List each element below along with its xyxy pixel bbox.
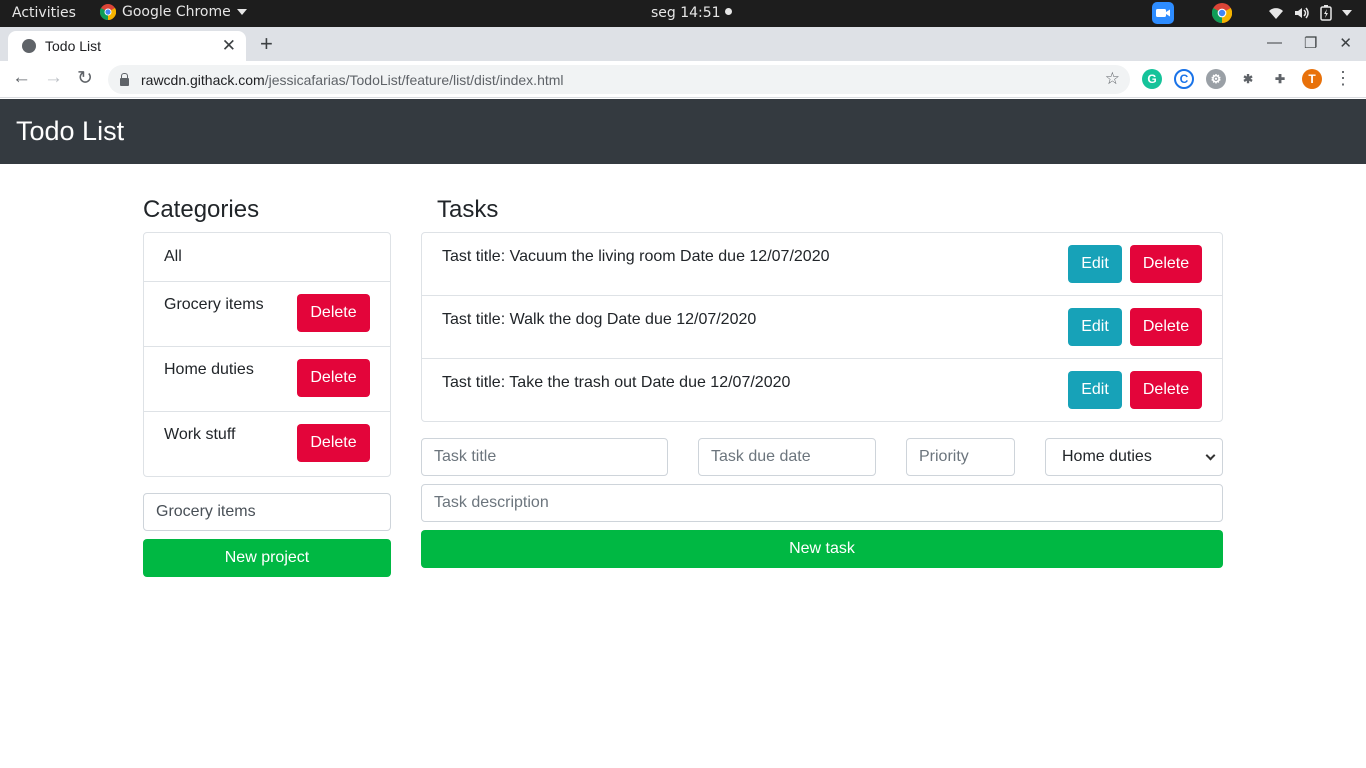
task-category-select[interactable]: Home duties <box>1045 438 1223 476</box>
category-label: Home duties <box>164 361 254 378</box>
delete-category-button[interactable]: Delete <box>297 359 370 397</box>
globe-icon <box>22 39 36 53</box>
task-text: Tast title: Take the trash out Date due … <box>442 374 791 391</box>
address-bar[interactable]: rawcdn.githack.com/jessicafarias/TodoLis… <box>108 65 1130 94</box>
delete-task-button[interactable]: Delete <box>1130 371 1202 409</box>
close-tab-icon[interactable]: ✕ <box>222 36 236 56</box>
task-item: Tast title: Walk the dog Date due 12/07/… <box>422 296 1222 359</box>
more-menu-icon[interactable]: ⋮ <box>1334 68 1352 89</box>
category-label: Work stuff <box>164 426 236 443</box>
edit-task-button[interactable]: Edit <box>1068 371 1122 409</box>
tasks-list: Tast title: Vacuum the living room Date … <box>421 232 1223 422</box>
tab-title: Todo List <box>45 38 102 54</box>
close-window-icon[interactable]: ✕ <box>1339 34 1352 52</box>
task-item: Tast title: Vacuum the living room Date … <box>422 233 1222 296</box>
new-task-button[interactable]: New task <box>421 530 1223 568</box>
categories-list: All Grocery items Delete Home duties Del… <box>143 232 391 477</box>
chevron-down-icon <box>236 9 247 15</box>
url-host: rawcdn.githack.com <box>141 71 265 88</box>
profile-avatar[interactable]: T <box>1302 68 1322 89</box>
extensions-area: G C ⚙ ✱ ✚ T ⋮ <box>1142 68 1352 89</box>
categories-heading: Categories <box>143 196 260 223</box>
reload-icon[interactable]: ↻ <box>76 67 94 90</box>
delete-category-button[interactable]: Delete <box>297 424 370 462</box>
grammarly-icon[interactable]: G <box>1142 68 1162 89</box>
minimize-icon[interactable]: — <box>1267 34 1282 52</box>
settings-extension-icon[interactable]: ⚙ <box>1206 68 1226 89</box>
system-tray[interactable] <box>1152 2 1352 24</box>
delete-task-button[interactable]: Delete <box>1130 308 1202 346</box>
new-project-button[interactable]: New project <box>143 539 391 577</box>
window-controls: — ❐ ✕ <box>1267 34 1352 52</box>
browser-toolbar: ← → ↻ rawcdn.githack.com/jessicafarias/T… <box>0 61 1366 98</box>
url-path: /jessicafarias/TodoList/feature/list/dis… <box>264 71 564 88</box>
system-menu-chevron-icon <box>1342 10 1352 16</box>
restore-icon[interactable]: ❐ <box>1304 34 1317 52</box>
battery-icon <box>1320 5 1332 21</box>
task-description-input[interactable]: Task description <box>421 484 1223 522</box>
category-label: Grocery items <box>164 296 264 313</box>
bookmark-star-icon[interactable]: ☆ <box>1105 69 1120 89</box>
task-priority-input[interactable]: Priority <box>906 438 1015 476</box>
app-menu[interactable]: Google Chrome <box>100 4 247 20</box>
task-category-selected: Home duties <box>1062 448 1152 465</box>
task-title-input[interactable]: Task title <box>421 438 668 476</box>
chrome-icon <box>100 4 116 20</box>
navigation-buttons: ← → ↻ <box>12 67 94 90</box>
tasks-heading: Tasks <box>437 196 499 223</box>
lock-icon[interactable] <box>120 72 129 86</box>
bug-icon[interactable]: ✱ <box>1238 68 1258 89</box>
category-item-all[interactable]: All <box>144 233 390 282</box>
browser-tab-active[interactable]: Todo List ✕ <box>8 31 246 61</box>
new-tab-icon[interactable]: + <box>260 31 273 57</box>
category-item-work[interactable]: Work stuff Delete <box>144 412 390 476</box>
task-text: Tast title: Vacuum the living room Date … <box>442 248 830 265</box>
activities-button[interactable]: Activities <box>12 5 76 21</box>
new-project-input[interactable]: Grocery items <box>143 493 391 531</box>
task-text: Tast title: Walk the dog Date due 12/07/… <box>442 311 757 328</box>
navbar-brand[interactable]: Todo List <box>16 116 124 147</box>
notification-dot-icon <box>724 8 732 15</box>
delete-task-button[interactable]: Delete <box>1130 245 1202 283</box>
task-item: Tast title: Take the trash out Date due … <box>422 359 1222 421</box>
volume-icon <box>1295 7 1309 19</box>
delete-category-button[interactable]: Delete <box>297 294 370 332</box>
puzzle-icon[interactable]: ✚ <box>1270 68 1290 89</box>
zoom-icon[interactable] <box>1152 2 1174 24</box>
category-item-grocery[interactable]: Grocery items Delete <box>144 282 390 347</box>
category-item-home[interactable]: Home duties Delete <box>144 347 390 412</box>
system-top-bar: Activities Google Chrome seg 14:51 <box>0 0 1366 27</box>
task-due-date-input[interactable]: Task due date <box>698 438 876 476</box>
clock-label: seg 14:51 <box>651 5 721 21</box>
browser-tab-strip: Todo List ✕ + — ❐ ✕ <box>0 27 1366 61</box>
back-icon[interactable]: ← <box>12 67 31 90</box>
chevron-down-icon <box>1205 450 1216 461</box>
app-menu-label: Google Chrome <box>122 4 231 20</box>
chrome-tray-icon[interactable] <box>1212 3 1232 23</box>
wifi-icon <box>1269 8 1283 19</box>
category-label: All <box>164 248 182 265</box>
clock[interactable]: seg 14:51 <box>651 5 732 21</box>
edit-task-button[interactable]: Edit <box>1068 245 1122 283</box>
forward-icon[interactable]: → <box>44 67 63 90</box>
clockify-icon[interactable]: C <box>1174 68 1194 89</box>
page-navbar: Todo List <box>0 99 1366 164</box>
edit-task-button[interactable]: Edit <box>1068 308 1122 346</box>
